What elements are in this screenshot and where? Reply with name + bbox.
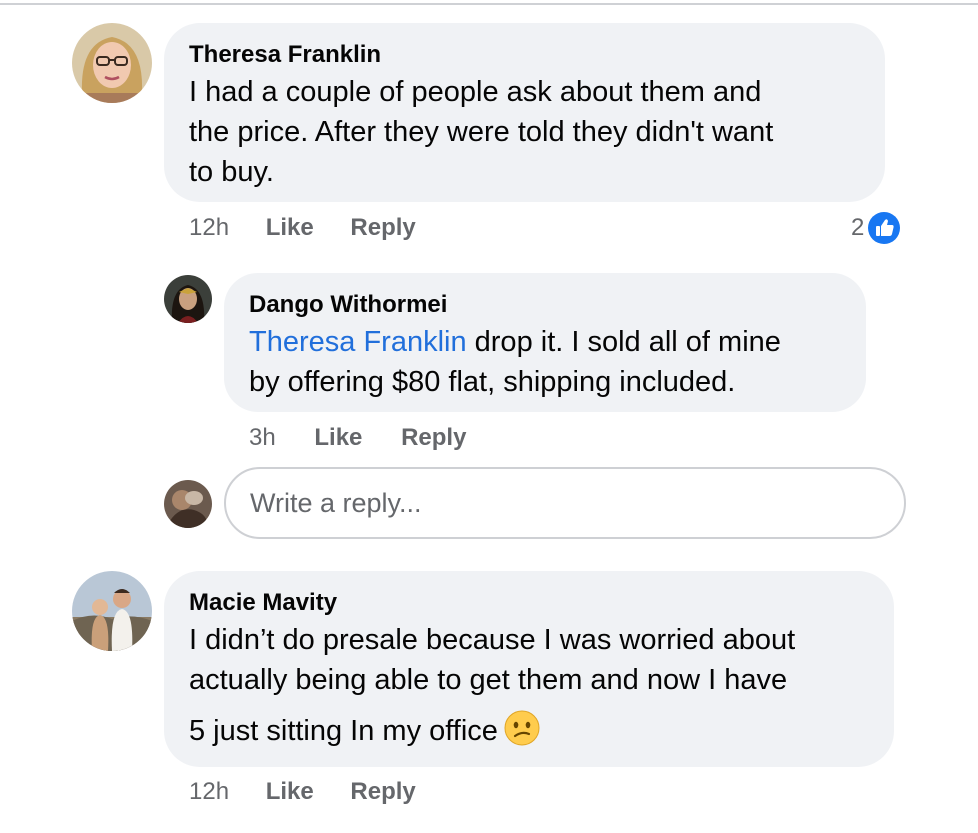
reply-meta: 3h Like Reply [249, 424, 466, 452]
comment-author[interactable]: Macie Mavity [189, 589, 337, 617]
comment-text: I didn’t do presale because I was worrie… [189, 620, 795, 751]
confused-face-icon [504, 710, 540, 746]
reaction-count: 2 [851, 214, 865, 241]
comment-meta: 12h Like Reply [189, 778, 416, 806]
current-user-avatar [164, 480, 212, 528]
reaction-summary[interactable]: 2 [851, 212, 901, 244]
comment-text-line: 5 just sitting In my office [189, 710, 795, 751]
reply-author[interactable]: Dango Withormei [249, 291, 447, 319]
comment-meta: 12h Like Reply [189, 214, 416, 242]
reply-input[interactable]: Write a reply... [224, 467, 906, 539]
reply-text: Theresa Franklin drop it. I sold all of … [249, 322, 781, 402]
comment-text-line: I didn’t do presale because I was worrie… [189, 624, 796, 656]
top-divider [0, 3, 978, 5]
thumbs-up-icon [868, 212, 901, 244]
reply-button[interactable]: Reply [350, 214, 415, 241]
like-button[interactable]: Like [266, 214, 314, 241]
comment-timestamp[interactable]: 12h [189, 778, 229, 805]
avatar-theresa-franklin[interactable] [72, 23, 152, 103]
reply-button[interactable]: Reply [350, 778, 415, 805]
reply-text-fragment: drop it. I sold all of mine [466, 326, 781, 358]
like-button[interactable]: Like [314, 424, 362, 451]
comment-text-fragment: 5 just sitting In my office [189, 715, 498, 747]
comment-author[interactable]: Theresa Franklin [189, 41, 381, 69]
comment-text: I had a couple of people ask about them … [189, 72, 773, 192]
reply-timestamp[interactable]: 3h [249, 424, 276, 451]
comment-text-line: the price. After they were told they did… [189, 116, 774, 148]
like-button[interactable]: Like [266, 778, 314, 805]
mention-link[interactable]: Theresa Franklin [249, 326, 467, 358]
comment-text-line: to buy. [189, 156, 274, 188]
reply-input-placeholder: Write a reply... [250, 487, 422, 518]
reply-text-line: Theresa Franklin drop it. I sold all of … [249, 322, 781, 362]
reply-text-line: by offering $80 flat, shipping included. [249, 366, 736, 398]
avatar-macie-mavity[interactable] [72, 571, 152, 651]
comment-text-line: I had a couple of people ask about them … [189, 76, 762, 108]
reply-button[interactable]: Reply [401, 424, 466, 451]
comment-timestamp[interactable]: 12h [189, 214, 229, 241]
comment-text-line: actually being able to get them and now … [189, 664, 788, 696]
avatar-dango-withormei[interactable] [164, 275, 212, 323]
